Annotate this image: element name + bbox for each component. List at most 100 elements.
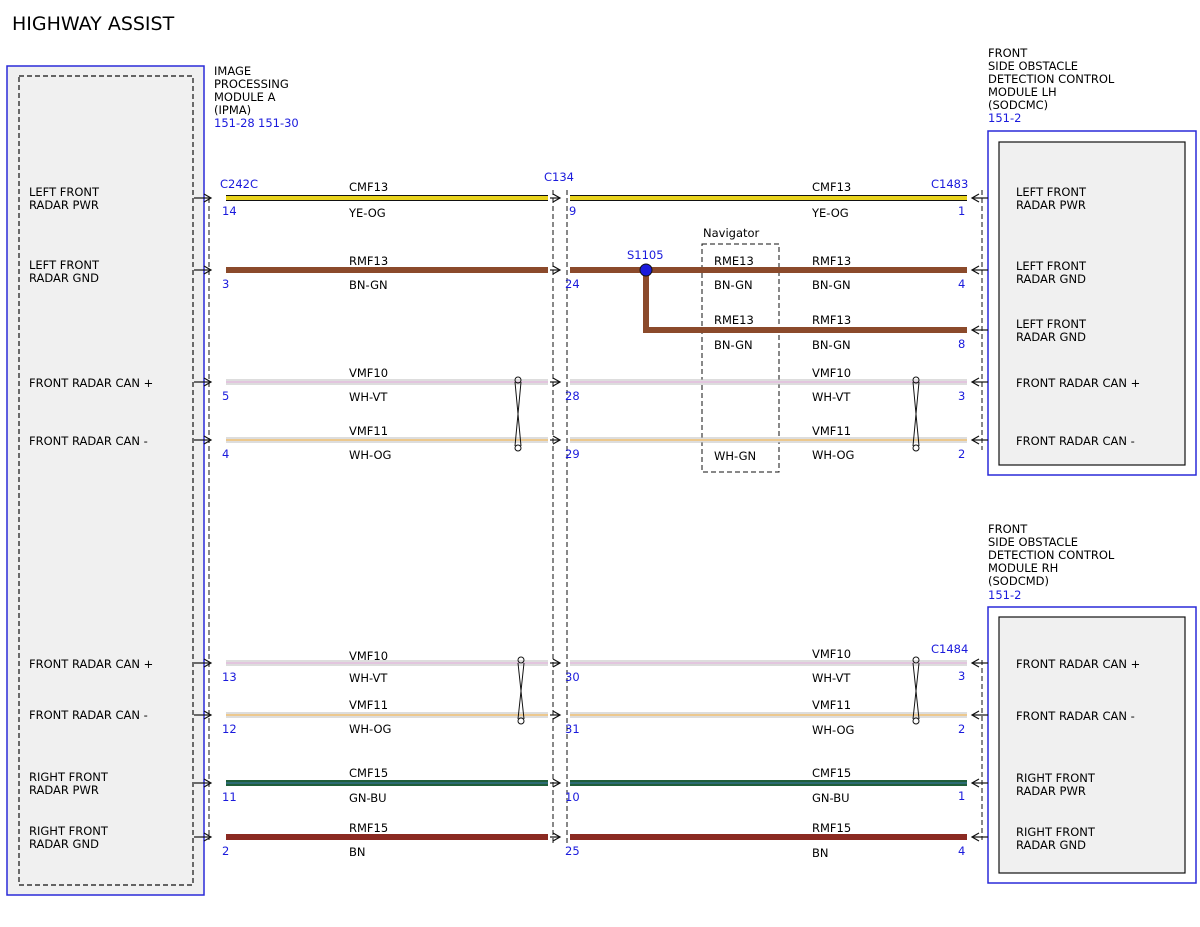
wire-1-color-left: YE-OG	[348, 206, 386, 220]
ipma-line-2: PROCESSING	[214, 77, 289, 91]
wire-1-circuit-right: CMF13	[812, 180, 851, 194]
wire-5-color-left: WH-OG	[349, 448, 391, 462]
wire-2-color-right: BN-GN	[812, 278, 851, 292]
wire-8-pin-a: 11	[222, 790, 237, 804]
wire-4-color-right: WH-VT	[812, 390, 851, 404]
wire-8-pin-c: 1	[958, 789, 965, 803]
wire-1-pin-a: 14	[222, 204, 237, 218]
sodcmd-header: FRONT SIDE OBSTACLE DETECTION CONTROL MO…	[988, 522, 1115, 602]
navigator-color-1: BN-GN	[714, 278, 753, 292]
sodcmc-line-4: MODULE LH	[988, 85, 1057, 99]
sodcmd-line-4: MODULE RH	[988, 561, 1058, 575]
wire-rmf15	[194, 832, 988, 842]
wire-5-pin-a: 4	[222, 447, 229, 461]
wire-2-pin-a: 3	[222, 277, 229, 291]
sodcmd-label-3b: RADAR PWR	[1016, 784, 1086, 798]
wire-4-circuit-right: VMF10	[812, 366, 851, 380]
wire-4-color-left: WH-VT	[349, 390, 388, 404]
ipma-label-1b: RADAR PWR	[29, 198, 99, 212]
sodcmc-label-2a: LEFT FRONT	[1016, 259, 1087, 273]
sodcmc-label-3b: RADAR GND	[1016, 330, 1086, 344]
sodcmc-label-2b: RADAR GND	[1016, 272, 1086, 286]
wire-2-pin-c: 4	[958, 277, 965, 291]
wire-9-pin-b: 25	[565, 844, 580, 858]
navigator-color-2: BN-GN	[714, 338, 753, 352]
sodcmc-module	[987, 130, 1197, 476]
wire-5-circuit-left: VMF11	[349, 424, 388, 438]
sodcmc-line-5: (SODCMC)	[988, 98, 1048, 112]
wire-4-pin-c: 3	[958, 389, 965, 403]
wire-8-circuit-right: CMF15	[812, 766, 851, 780]
wire-8-color-left: GN-BU	[349, 791, 387, 805]
sodcmd-line-5: (SODCMD)	[988, 574, 1049, 588]
sodcmd-line-3: DETECTION CONTROL	[988, 548, 1115, 562]
wire-7-color-left: WH-OG	[349, 722, 391, 736]
ipma-label-6: FRONT RADAR CAN -	[29, 708, 148, 722]
sodcmd-label-4b: RADAR GND	[1016, 838, 1086, 852]
sodcmc-label-1a: LEFT FRONT	[1016, 185, 1087, 199]
ipma-label-5: FRONT RADAR CAN +	[29, 657, 153, 671]
ipma-ref-2: 151-30	[258, 116, 299, 130]
navigator-color-3: WH-GN	[714, 449, 756, 463]
wire-1-color-right: YE-OG	[811, 206, 849, 220]
wire-3-color: BN-GN	[812, 338, 851, 352]
ipma-line-1: IMAGE	[214, 64, 251, 78]
navigator-circuit-2: RME13	[714, 313, 754, 327]
wire-4-pin-a: 5	[222, 389, 229, 403]
ipma-line-4: (IPMA)	[214, 103, 251, 117]
wire-6-circuit-left: VMF10	[349, 649, 388, 663]
wire-6-pin-b: 30	[565, 670, 580, 684]
wire-1-circuit-left: CMF13	[349, 180, 388, 194]
splice-dot	[639, 263, 653, 277]
wire-8-circuit-left: CMF15	[349, 766, 388, 780]
wire-7-circuit-left: VMF11	[349, 698, 388, 712]
ipma-header: IMAGE PROCESSING MODULE A (IPMA) 151-28 …	[214, 64, 299, 130]
wire-9-pin-a: 2	[222, 844, 229, 858]
ipma-label-3: FRONT RADAR CAN +	[29, 376, 153, 390]
ipma-line-3: MODULE A	[214, 90, 276, 104]
navigator-label: Navigator	[703, 226, 760, 240]
wire-7-pin-a: 12	[222, 722, 237, 736]
c134-label: C134	[544, 170, 574, 184]
wire-6-circuit-right: VMF10	[812, 647, 851, 661]
wire-9-circuit-right: RMF15	[812, 821, 851, 835]
wire-9-color-right: BN	[812, 846, 829, 860]
wire-9-circuit-left: RMF15	[349, 821, 388, 835]
wire-7-color-right: WH-OG	[812, 723, 854, 737]
ipma-label-7b: RADAR PWR	[29, 783, 99, 797]
wire-5-pin-c: 2	[958, 447, 965, 461]
sodcmc-label-3a: LEFT FRONT	[1016, 317, 1087, 331]
wire-6-pin-a: 13	[222, 670, 237, 684]
ipma-ref-1: 151-28	[214, 116, 255, 130]
sodcmc-label-4: FRONT RADAR CAN +	[1016, 376, 1140, 390]
wire-1-pin-b: 9	[569, 204, 576, 218]
wire-6-color-right: WH-VT	[812, 671, 851, 685]
sodcmc-ref: 151-2	[988, 111, 1021, 125]
wire-7-pin-b: 31	[565, 722, 580, 736]
sodcmc-header: FRONT SIDE OBSTACLE DETECTION CONTROL MO…	[988, 46, 1115, 125]
wire-2-circuit-left: RMF13	[349, 254, 388, 268]
ipma-label-1a: LEFT FRONT	[29, 185, 100, 199]
c242c-label: C242C	[220, 177, 258, 191]
wire-5-pin-b: 29	[565, 447, 580, 461]
wire-4-circuit-left: VMF10	[349, 366, 388, 380]
ipma-label-8a: RIGHT FRONT	[29, 824, 109, 838]
wire-6-color-left: WH-VT	[349, 671, 388, 685]
wire-cmf13	[194, 193, 988, 203]
wire-vmf11-bottom	[194, 710, 988, 720]
splice-label: S1105	[627, 248, 664, 262]
navigator-circuit-1: RME13	[714, 254, 754, 268]
wire-3-circuit: RMF13	[812, 313, 851, 327]
wire-1-pin-c: 1	[958, 204, 965, 218]
sodcmc-label-1b: RADAR PWR	[1016, 198, 1086, 212]
wire-vmf11-top	[194, 435, 988, 445]
wire-rmf13	[194, 263, 988, 335]
wire-8-color-right: GN-BU	[812, 791, 850, 805]
wire-2-pin-b: 24	[565, 277, 580, 291]
sodcmc-line-2: SIDE OBSTACLE	[988, 59, 1078, 73]
wire-cmf15	[194, 778, 988, 788]
ipma-label-8b: RADAR GND	[29, 837, 99, 851]
sodcmd-ref: 151-2	[988, 588, 1021, 602]
wire-2-color-left: BN-GN	[349, 278, 388, 292]
c1483-label: C1483	[931, 177, 968, 191]
